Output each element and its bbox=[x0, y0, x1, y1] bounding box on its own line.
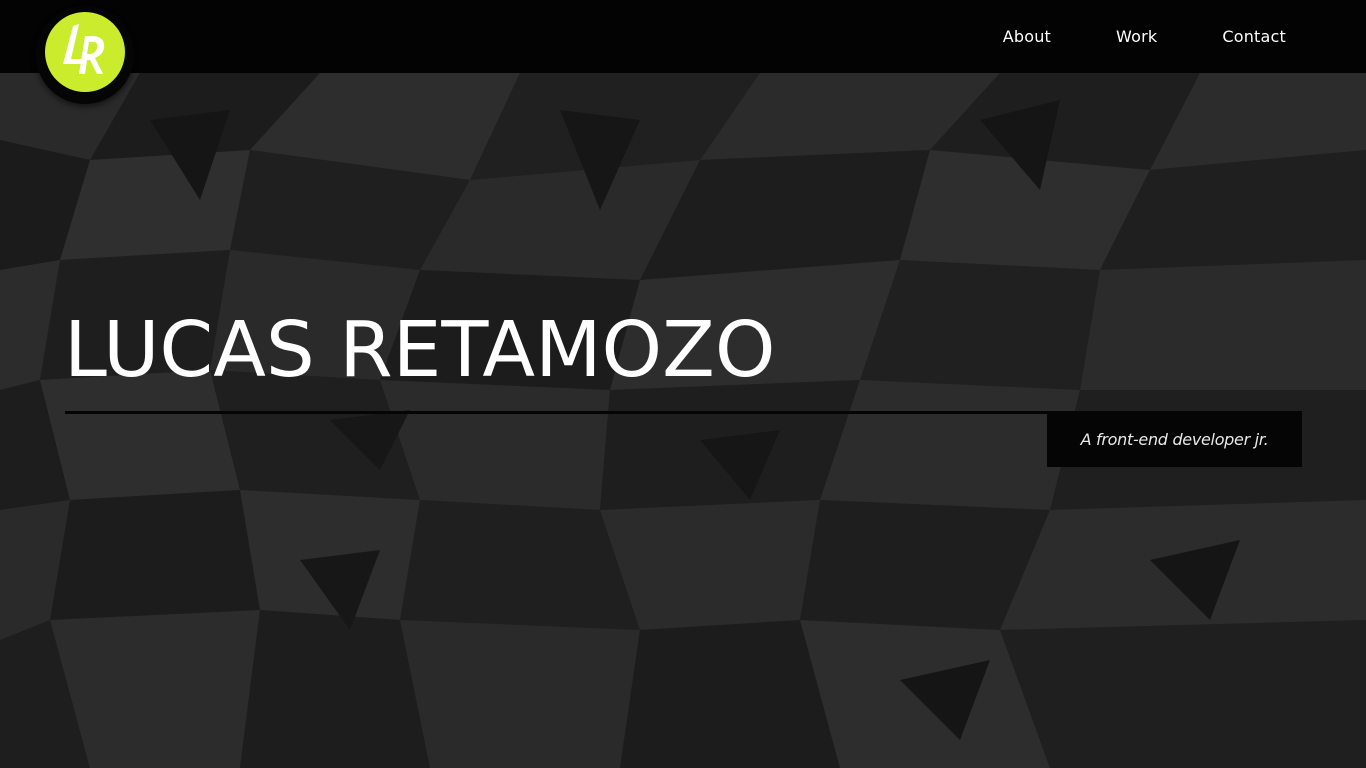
top-navbar: About Work Contact bbox=[0, 0, 1366, 73]
logo-button[interactable] bbox=[36, 6, 134, 104]
page: About Work Contact LUCAS RETAMOZO A fron… bbox=[0, 0, 1366, 768]
nav-link-contact[interactable]: Contact bbox=[1222, 27, 1286, 46]
lr-monogram-logo-icon bbox=[45, 12, 125, 92]
tagline-box: A front-end developer jr. bbox=[1047, 411, 1302, 467]
main-nav: About Work Contact bbox=[938, 0, 1286, 73]
nav-link-work[interactable]: Work bbox=[1116, 27, 1157, 46]
nav-link-about[interactable]: About bbox=[1003, 27, 1051, 46]
tagline-text: A front-end developer jr. bbox=[1080, 429, 1269, 449]
hero-name-heading: LUCAS RETAMOZO bbox=[64, 306, 776, 395]
